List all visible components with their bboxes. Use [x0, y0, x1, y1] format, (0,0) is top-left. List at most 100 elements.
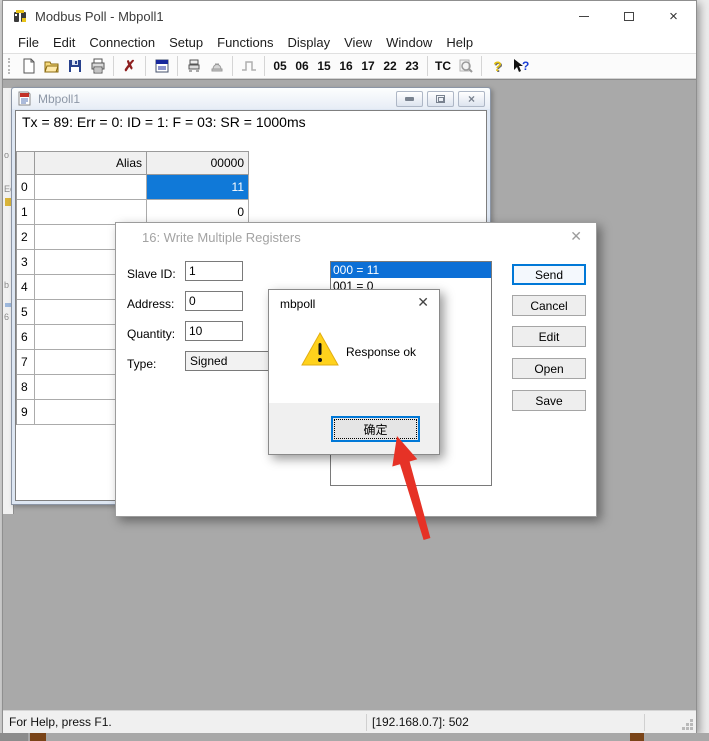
cancel-poll-button[interactable]: ✗ [118, 55, 141, 77]
context-help-button[interactable]: ? [509, 55, 532, 77]
print-button[interactable] [86, 55, 109, 77]
maximize-button[interactable] [606, 1, 651, 31]
menu-functions[interactable]: Functions [210, 33, 280, 52]
communication-icon [186, 58, 202, 74]
edge-fragment: b [4, 280, 9, 290]
menu-setup[interactable]: Setup [162, 33, 210, 52]
msgbox-message: Response ok [346, 345, 416, 359]
toolbar-separator [177, 56, 178, 76]
function-22-button[interactable]: 22 [379, 55, 401, 77]
screen: Modbus Poll - Mbpoll1 × File Edit Connec… [0, 0, 709, 741]
mbpoll1-titlebar: Mbpoll1 × [12, 88, 490, 109]
new-document-icon [21, 58, 37, 74]
document-icon [17, 91, 32, 106]
quantity-label: Quantity: [127, 327, 175, 341]
toolbar: ✗ 05 06 15 16 17 22 23 TC [3, 53, 696, 79]
red-arrow-annotation [371, 427, 443, 549]
warning-icon [301, 332, 339, 367]
save-file-button[interactable] [63, 55, 86, 77]
single-poll-button[interactable] [237, 55, 260, 77]
print-icon [90, 58, 106, 74]
toolbar-separator [113, 56, 114, 76]
desktop-fragment [30, 733, 46, 741]
statusbar-separator [644, 714, 645, 731]
dialog-title: 16: Write Multiple Registers [142, 230, 301, 245]
address-input[interactable] [185, 291, 243, 311]
function-05-button[interactable]: 05 [269, 55, 291, 77]
close-button[interactable]: × [651, 1, 696, 31]
mbpoll1-title: Mbpoll1 [38, 92, 80, 106]
edge-fragment: o [4, 150, 9, 160]
new-file-button[interactable] [17, 55, 40, 77]
msgbox-title: mbpoll [280, 297, 315, 311]
value-cell-selected[interactable]: 11 [147, 175, 249, 200]
menu-edit[interactable]: Edit [46, 33, 82, 52]
function-06-button[interactable]: 06 [291, 55, 313, 77]
edit-button[interactable]: Edit [512, 326, 586, 347]
close-icon: × [468, 93, 475, 105]
dialog-close-button[interactable]: ✕ [570, 228, 582, 245]
menu-display[interactable]: Display [281, 33, 338, 52]
communication-traffic-button[interactable] [182, 55, 205, 77]
pulse-icon [241, 58, 257, 74]
menu-connection[interactable]: Connection [82, 33, 162, 52]
maximize-icon [624, 12, 634, 21]
minimize-button[interactable] [561, 1, 606, 31]
address-label: Address: [127, 297, 174, 311]
grid-header-row: Alias 00000 [17, 152, 249, 175]
cancel-icon: ✗ [123, 57, 136, 75]
row-number: 9 [17, 400, 35, 425]
titlebar: Modbus Poll - Mbpoll1 × [3, 1, 696, 31]
desktop-strip [0, 733, 709, 741]
test-center-button[interactable]: TC [432, 55, 454, 77]
minimize-icon [579, 16, 589, 17]
statusbar: For Help, press F1. [192.168.0.7]: 502 [3, 710, 696, 733]
row-number: 0 [17, 175, 35, 200]
cancel-button[interactable]: Cancel [512, 295, 586, 316]
menu-window[interactable]: Window [379, 33, 439, 52]
menubar: File Edit Connection Setup Functions Dis… [3, 31, 696, 53]
row-number: 5 [17, 300, 35, 325]
poll-status-line: Tx = 89: Err = 0: ID = 1: F = 03: SR = 1… [16, 111, 486, 133]
toolbar-separator [481, 56, 482, 76]
resize-grip[interactable] [681, 718, 694, 731]
about-button[interactable]: ? [486, 55, 509, 77]
scan-button[interactable] [454, 55, 477, 77]
read-write-definition-button[interactable] [150, 55, 173, 77]
statusbar-connection-text: [192.168.0.7]: 502 [372, 715, 469, 729]
mbpoll1-restore-button[interactable] [427, 91, 454, 107]
open-folder-icon [44, 58, 60, 74]
function-16-button[interactable]: 16 [335, 55, 357, 77]
list-item-selected[interactable]: 000 = 11 [331, 262, 491, 278]
slave-id-label: Slave ID: [127, 267, 176, 281]
desktop-fragment [0, 733, 28, 741]
msgbox-close-button[interactable]: ✕ [417, 294, 429, 311]
svg-text:?: ? [522, 59, 529, 73]
type-label: Type: [127, 357, 156, 371]
open-file-button[interactable] [40, 55, 63, 77]
function-17-button[interactable]: 17 [357, 55, 379, 77]
row-number: 6 [17, 325, 35, 350]
send-button[interactable]: Send [512, 264, 586, 285]
function-15-button[interactable]: 15 [313, 55, 335, 77]
bell-icon [209, 58, 225, 74]
context-help-icon: ? [512, 58, 530, 74]
menu-view[interactable]: View [337, 33, 379, 52]
mbpoll1-close-button[interactable]: × [458, 91, 485, 107]
modbus-poll-window: Modbus Poll - Mbpoll1 × File Edit Connec… [2, 0, 697, 733]
grid-value-header: 00000 [147, 152, 249, 175]
toolbar-drag-handle[interactable] [8, 58, 13, 74]
save-icon [67, 58, 83, 74]
save-button[interactable]: Save [512, 390, 586, 411]
app-icon [12, 8, 28, 24]
slave-id-input[interactable] [185, 261, 243, 281]
poll-button[interactable] [205, 55, 228, 77]
alias-cell[interactable] [35, 175, 147, 200]
function-23-button[interactable]: 23 [401, 55, 423, 77]
row-number: 2 [17, 225, 35, 250]
menu-file[interactable]: File [11, 33, 46, 52]
open-button[interactable]: Open [512, 358, 586, 379]
quantity-input[interactable] [185, 321, 243, 341]
mbpoll1-minimize-button[interactable] [396, 91, 423, 107]
menu-help[interactable]: Help [439, 33, 480, 52]
